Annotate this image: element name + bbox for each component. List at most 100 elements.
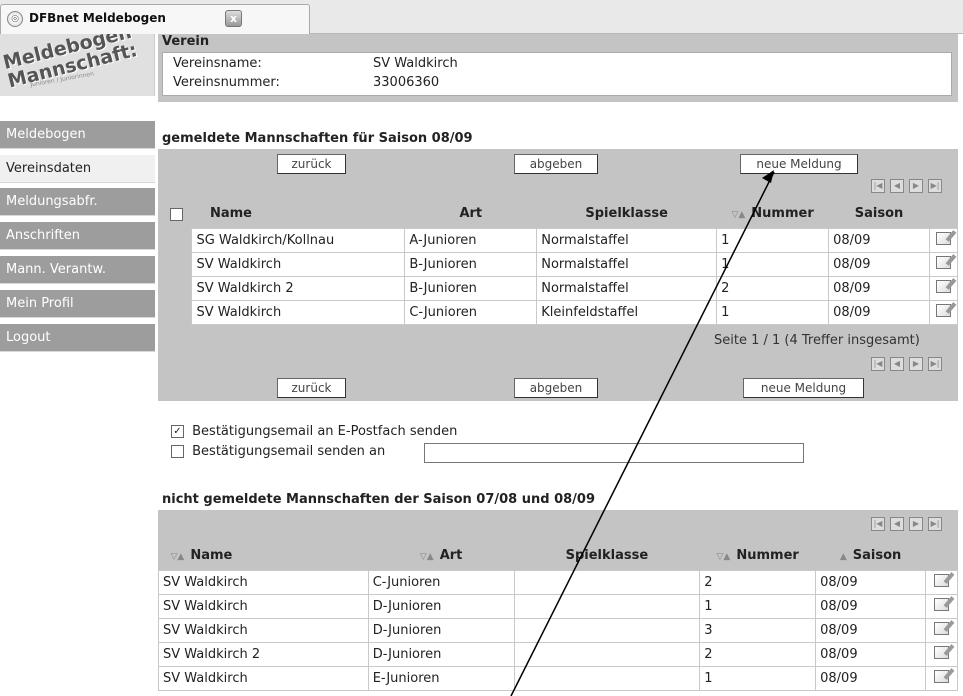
cell-art: C-Junioren [367, 569, 515, 595]
cell-name: SV Waldkirch [158, 665, 369, 691]
cell-name: SV Waldkirch 2 [158, 641, 369, 667]
table-row[interactable]: SV Waldkirch C-Junioren 2 08/09 [158, 569, 959, 595]
cell-nummer: 2 [699, 641, 817, 667]
last-page-icon[interactable]: ▶| [928, 179, 942, 193]
sidebar-item-mein-profil[interactable]: Mein Profil [0, 290, 155, 318]
edit-cell[interactable] [924, 665, 959, 691]
col-art[interactable]: Art [404, 200, 537, 228]
col-name[interactable]: Name [191, 200, 405, 228]
neue-meldung-button-top[interactable]: neue Meldung [740, 154, 858, 174]
table-row[interactable]: SG Waldkirch/Kollnau A-Junioren Normalst… [162, 227, 959, 253]
next-page-icon[interactable]: ▶ [909, 179, 923, 193]
col-name[interactable]: ▽▲ Name [158, 542, 369, 570]
edit-icon[interactable] [935, 303, 951, 317]
email-option-2-checkbox[interactable] [171, 445, 184, 458]
table-row[interactable]: SV Waldkirch D-Junioren 1 08/09 [158, 593, 959, 619]
abgeben-button-bottom[interactable]: abgeben [514, 378, 598, 398]
prev-page-icon[interactable]: ◀ [890, 357, 904, 371]
table-row[interactable]: SV Waldkirch 2 B-Junioren Normalstaffel … [162, 275, 959, 301]
email-option-1-checkbox[interactable]: ✓ [171, 425, 184, 438]
select-all-checkbox[interactable] [162, 200, 192, 228]
cell-art: E-Junioren [367, 665, 515, 691]
zurueck-button-top[interactable]: zurück [277, 154, 346, 174]
email-option-1-label: Bestätigungsemail an E-Postfach senden [192, 424, 458, 439]
last-page-icon[interactable]: ▶| [928, 517, 942, 531]
close-tab-icon[interactable]: x [225, 10, 242, 27]
sidebar-item-vereinsdaten[interactable]: Vereinsdaten [0, 155, 155, 183]
col-nummer[interactable]: ▽▲ Nummer [699, 542, 816, 570]
sidebar-item-mann-verantw[interactable]: Mann. Verantw. [0, 256, 155, 284]
browser-tab[interactable]: ◎ DFBnet Meldebogen x [0, 4, 310, 34]
verein-panel: Verein Vereinsname: SV Waldkirch Vereins… [158, 34, 958, 102]
gemeldet-table: Name Art Spielklasse ▽▲ Nummer Saison SG … [162, 200, 959, 325]
edit-cell[interactable] [924, 641, 959, 667]
cell-name: SV Waldkirch [158, 593, 369, 619]
email-option-2[interactable]: Bestätigungsemail senden an [171, 444, 385, 459]
tab-title: DFBnet Meldebogen [29, 11, 166, 25]
pager-nicht-gemeldet: |◀ ◀ ▶ ▶| [871, 515, 951, 531]
sidebar-item-meldebogen[interactable]: Meldebogen [0, 121, 155, 149]
edit-icon[interactable] [933, 597, 949, 611]
edit-cell[interactable] [924, 569, 959, 595]
cell-saison: 08/09 [815, 593, 926, 619]
table-row[interactable]: SV Waldkirch C-Junioren Kleinfeldstaffel… [162, 299, 959, 325]
edit-cell[interactable] [924, 593, 959, 619]
vereinsname-row: Vereinsname: SV Waldkirch [173, 56, 458, 71]
edit-cell[interactable] [928, 299, 959, 325]
first-page-icon[interactable]: |◀ [871, 517, 885, 531]
cell-nummer: 1 [716, 299, 830, 325]
col-saison[interactable]: ▲ Saison [815, 542, 926, 570]
cell-klasse: Normalstaffel [536, 227, 718, 253]
cell-name: SV Waldkirch [191, 251, 406, 277]
edit-icon[interactable] [933, 573, 949, 587]
col-name-label: Name [190, 548, 233, 564]
edit-icon[interactable] [933, 645, 949, 659]
edit-icon[interactable] [935, 255, 951, 269]
cell-art: D-Junioren [367, 641, 515, 667]
first-page-icon[interactable]: |◀ [871, 357, 885, 371]
edit-cell[interactable] [928, 227, 959, 253]
col-spielklasse[interactable]: Spielklasse [536, 200, 717, 228]
sidebar-item-meldungsabfr[interactable]: Meldungsabfr. [0, 188, 155, 216]
table-row[interactable]: SV Waldkirch 2 D-Junioren 2 08/09 [158, 641, 959, 667]
sort-icon: ▽▲ [716, 552, 731, 563]
gemeldet-section-title: gemeldete Mannschaften für Saison 08/09 [162, 131, 473, 146]
email-option-1[interactable]: ✓ Bestätigungsemail an E-Postfach senden [171, 424, 457, 439]
edit-icon[interactable] [935, 279, 951, 293]
email-address-input[interactable] [424, 443, 804, 463]
prev-page-icon[interactable]: ◀ [890, 179, 904, 193]
pager-top: |◀ ◀ ▶ ▶| [871, 177, 951, 193]
cell-klasse [513, 665, 701, 691]
col-spielklasse[interactable]: Spielklasse [514, 542, 700, 570]
edit-cell[interactable] [928, 275, 959, 301]
neue-meldung-button-bottom[interactable]: neue Meldung [743, 378, 864, 398]
row-spacer [162, 300, 192, 324]
table-row[interactable]: SV Waldkirch B-Junioren Normalstaffel 1 … [162, 251, 959, 277]
edit-icon[interactable] [933, 621, 949, 635]
prev-page-icon[interactable]: ◀ [890, 517, 904, 531]
nicht-gemeldet-table: ▽▲ Name ▽▲ Art Spielklasse ▽▲ Nummer ▲ Saiso… [158, 542, 959, 691]
first-page-icon[interactable]: |◀ [871, 179, 885, 193]
edit-icon[interactable] [935, 231, 951, 245]
col-nummer[interactable]: ▽▲ Nummer [716, 200, 829, 228]
table-row[interactable]: SV Waldkirch D-Junioren 3 08/09 [158, 617, 959, 643]
cell-nummer: 1 [716, 251, 830, 277]
abgeben-button-top[interactable]: abgeben [514, 154, 598, 174]
col-art[interactable]: ▽▲ Art [368, 542, 515, 570]
next-page-icon[interactable]: ▶ [909, 357, 923, 371]
sort-icon: ▽▲ [419, 552, 434, 563]
edit-icon[interactable] [933, 669, 949, 683]
sidebar-item-anschriften[interactable]: Anschriften [0, 222, 155, 250]
last-page-icon[interactable]: ▶| [928, 357, 942, 371]
cell-art: B-Junioren [404, 275, 538, 301]
next-page-icon[interactable]: ▶ [909, 517, 923, 531]
zurueck-button-bottom[interactable]: zurück [277, 378, 346, 398]
col-saison[interactable]: Saison [828, 200, 930, 228]
table-row[interactable]: SV Waldkirch E-Junioren 1 08/09 [158, 665, 959, 691]
cell-saison: 08/09 [828, 275, 930, 301]
edit-cell[interactable] [928, 251, 959, 277]
edit-cell[interactable] [924, 617, 959, 643]
sidebar-item-logout[interactable]: Logout [0, 324, 155, 352]
cell-art: D-Junioren [367, 617, 515, 643]
vereinsname-value: SV Waldkirch [373, 56, 458, 71]
